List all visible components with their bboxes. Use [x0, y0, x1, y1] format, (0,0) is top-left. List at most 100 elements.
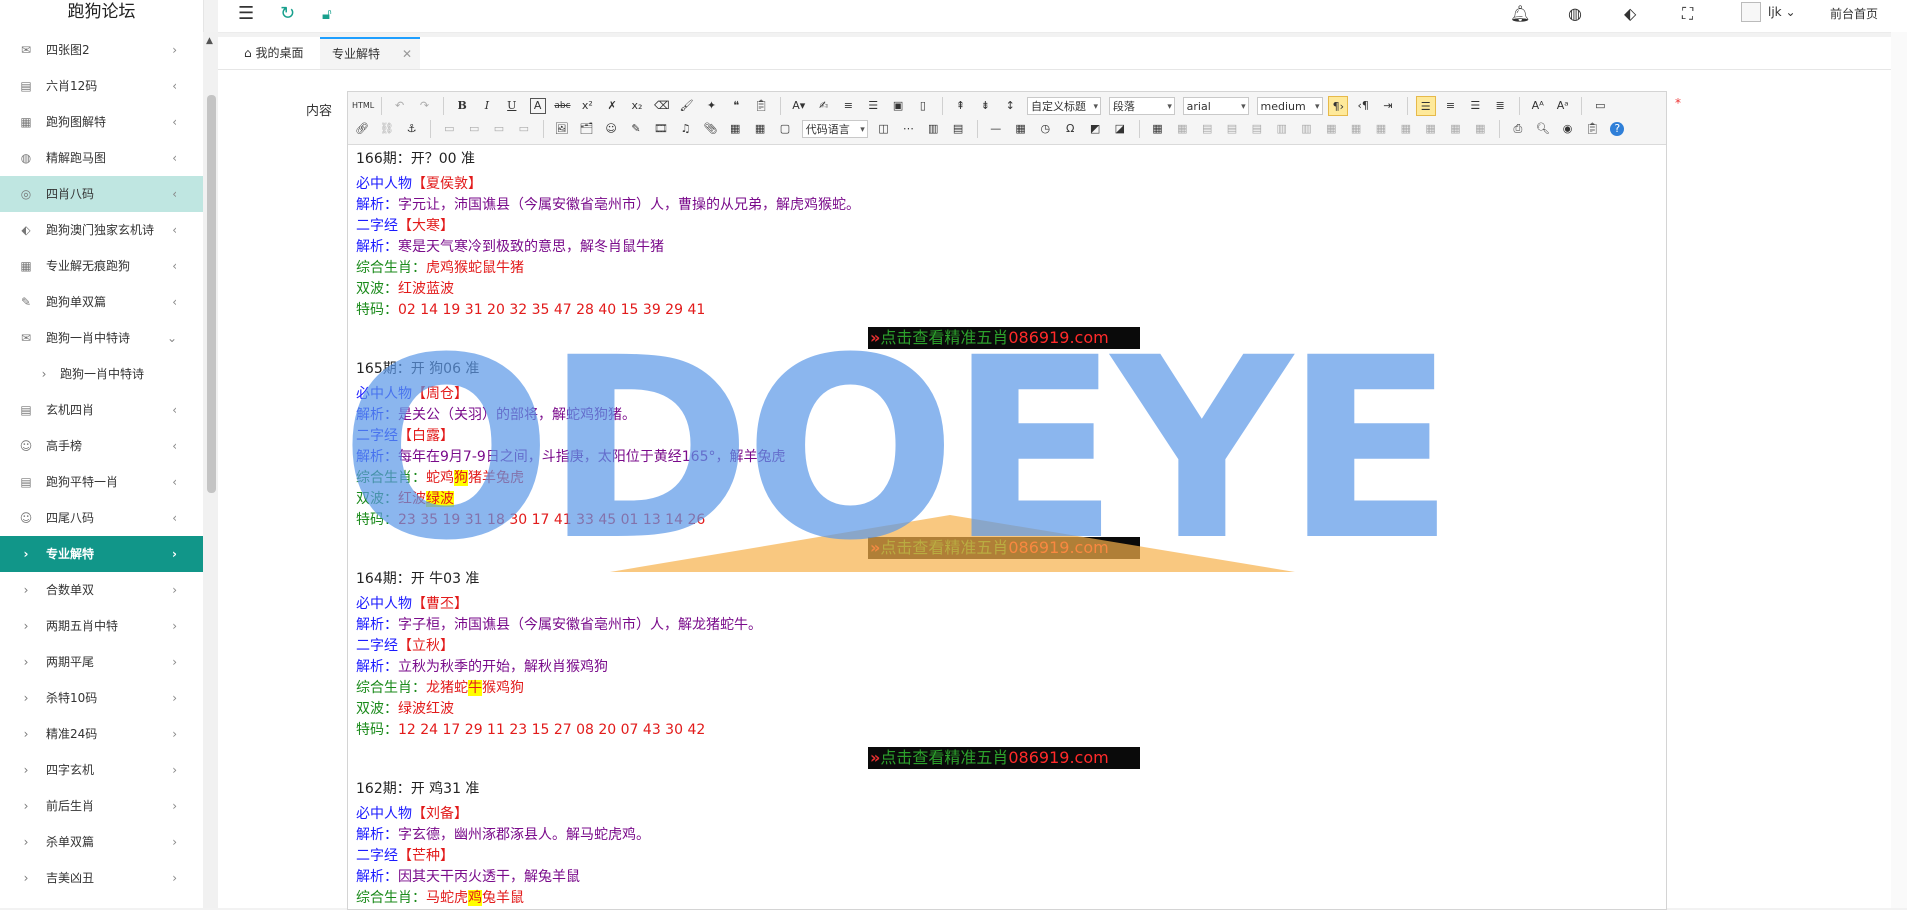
rich-text-editor[interactable]: HTML ↶ ↷ B I U A abc x² ✗ x₂ ⌫ 🖌︎ ✦ ❝ 📋︎… — [347, 91, 1667, 910]
page-scrollbar[interactable] — [1891, 32, 1907, 908]
line-height-icon[interactable]: ↕ — [1000, 96, 1020, 116]
date-icon[interactable]: ▦ — [1011, 119, 1031, 139]
insert-snap-icon[interactable]: ▤ — [948, 119, 968, 139]
front-page-link[interactable]: 前台首页 — [1830, 5, 1878, 22]
image-none-icon[interactable]: ▭ — [439, 119, 459, 139]
sidebar-item[interactable]: ▤ 玄机四肖 ‹ — [0, 392, 203, 428]
anchor-icon[interactable]: ⚓ — [402, 119, 422, 139]
scroll-up-arrow-icon[interactable]: ▲ — [206, 36, 213, 46]
sidebar-item[interactable]: ☺ 四尾八码 ‹ — [0, 500, 203, 536]
tag-icon[interactable]: ⬖ — [1624, 4, 1636, 24]
undo-icon[interactable]: ↶ — [390, 96, 410, 116]
eraser-icon[interactable]: ⌫ — [652, 96, 672, 116]
insert-paragraph-before-table-icon[interactable]: ▤ — [1197, 119, 1217, 139]
find-icon[interactable]: ◉ — [1558, 119, 1578, 139]
draft-icon[interactable]: 📋︎ — [1582, 119, 1602, 139]
map-icon[interactable]: ▦ — [725, 119, 745, 139]
video-icon[interactable]: 🎞︎ — [651, 119, 671, 139]
image-right-icon[interactable]: ▭ — [489, 119, 509, 139]
editor-document[interactable]: 166期：开？00 准必中人物【夏侯敦】 解析：字元让，沛国谯县（今属安徽省亳州市… — [348, 145, 1666, 909]
search-replace-icon[interactable]: ◪ — [1110, 119, 1130, 139]
sidebar-item[interactable]: › 杀特10码 › — [0, 680, 203, 716]
sidebar-item[interactable]: ▦ 专业解无痕跑狗 ‹ — [0, 248, 203, 284]
lowercase-icon[interactable]: Aᵃ — [1553, 96, 1573, 116]
select-all-icon[interactable]: ▣ — [888, 96, 908, 116]
delete-table-icon[interactable]: ▦ — [1172, 119, 1192, 139]
align-justify-icon[interactable]: ≣ — [1490, 96, 1510, 116]
horizontal-rule-icon[interactable]: — — [986, 119, 1006, 139]
ad-banner[interactable]: »点击查看精准五肖086919.com — [868, 537, 1140, 559]
refresh-icon[interactable]: ↻ — [280, 2, 295, 26]
help-icon[interactable]: ? — [1610, 122, 1625, 136]
template-icon[interactable]: ◫ — [874, 119, 894, 139]
row-spacing-top-icon[interactable]: ⇞ — [951, 96, 971, 116]
split-rows-icon[interactable]: ▦ — [1421, 119, 1441, 139]
emoticon-icon[interactable]: ☺ — [601, 119, 621, 139]
delete-row-icon[interactable]: ▤ — [1247, 119, 1267, 139]
sidebar-item[interactable]: ◎ 四肖八码 ‹ — [0, 176, 203, 212]
bold-icon[interactable]: B — [452, 96, 472, 116]
redo-icon[interactable]: ↷ — [414, 96, 434, 116]
strikethrough-icon[interactable]: abc — [552, 96, 572, 116]
link-icon[interactable]: 🔗︎ — [352, 119, 372, 139]
multi-image-icon[interactable]: 🗂︎ — [576, 119, 596, 139]
avatar[interactable] — [1741, 2, 1761, 22]
split-cells-icon[interactable]: ▦ — [1396, 119, 1416, 139]
sidebar-item[interactable]: › 精准24码 › — [0, 716, 203, 752]
unlink-icon[interactable]: ⛓ — [377, 119, 397, 139]
sidebar-scrollbar-thumb[interactable] — [207, 95, 216, 493]
sidebar-item[interactable]: › 四字玄机 › — [0, 752, 203, 788]
sidebar-item[interactable]: › 两期平尾 › — [0, 644, 203, 680]
insert-row-icon[interactable]: ▤ — [1222, 119, 1242, 139]
align-center-icon[interactable]: ≡ — [1440, 96, 1460, 116]
sidebar-scrollbar[interactable]: ▲ — [203, 32, 218, 908]
fullscreen-icon[interactable]: ⛶ — [1682, 4, 1693, 24]
sidebar-item[interactable]: ✎ 跑狗单双篇 ‹ — [0, 284, 203, 320]
tab-home[interactable]: ⌂ 我的桌面 — [232, 37, 315, 69]
insert-table-icon[interactable]: ▦ — [1148, 119, 1168, 139]
sidebar-item[interactable]: ✉ 四张图2 › — [0, 32, 203, 68]
split-cols-icon[interactable]: ▦ — [1445, 119, 1465, 139]
merge-cells-icon[interactable]: ▦ — [1321, 119, 1341, 139]
uppercase-icon[interactable]: Aᴬ — [1528, 96, 1548, 116]
time-icon[interactable]: ◷ — [1035, 119, 1055, 139]
tab-active[interactable]: 专业解特 ✕ — [320, 37, 420, 69]
special-char-icon[interactable]: Ω — [1060, 119, 1080, 139]
sidebar-item[interactable]: › 专业解特 › — [0, 536, 203, 572]
preview-window-icon[interactable]: ▭ — [1590, 96, 1610, 116]
image-center-icon[interactable]: ▭ — [514, 119, 534, 139]
sidebar-item[interactable]: ◍ 精解跑马图 ‹ — [0, 140, 203, 176]
delete-col-icon[interactable]: ▥ — [1296, 119, 1316, 139]
scrawl-icon[interactable]: ✎ — [626, 119, 646, 139]
font-size-select[interactable]: medium — [1256, 97, 1323, 116]
align-right-icon[interactable]: ☰ — [1465, 96, 1485, 116]
ltr-direction-icon[interactable]: ¶› — [1328, 96, 1349, 116]
paste-plain-icon[interactable]: 📋︎ — [751, 96, 771, 116]
font-border-icon[interactable]: A — [529, 98, 546, 114]
background-icon[interactable]: ▥ — [923, 119, 943, 139]
sidebar-item[interactable]: ☺ 高手榜 ‹ — [0, 428, 203, 464]
blockquote-icon[interactable]: ❝ — [726, 96, 746, 116]
bell-icon[interactable]: 🔔︎ — [1510, 4, 1530, 24]
sidebar-item[interactable]: › 杀单双篇 › — [0, 824, 203, 860]
paragraph-select[interactable]: 段落 — [1108, 97, 1175, 116]
sidebar-item[interactable]: ▦ 跑狗图解特 ‹ — [0, 104, 203, 140]
gmap-icon[interactable]: ▦ — [750, 119, 770, 139]
sidebar-item[interactable]: › 合数单双 › — [0, 572, 203, 608]
custom-title-select[interactable]: 自定义标题 — [1027, 97, 1102, 116]
rtl-direction-icon[interactable]: ‹¶ — [1353, 96, 1373, 116]
preview-icon[interactable]: 🔍︎ — [1533, 119, 1553, 139]
user-menu[interactable]: ljk ⌄ — [1768, 5, 1796, 19]
html-source-icon[interactable]: HTML — [352, 96, 374, 116]
auto-typeset-icon[interactable]: ✦ — [701, 96, 721, 116]
ordered-list-icon[interactable]: ≡ — [838, 96, 858, 116]
merge-right-icon[interactable]: ▦ — [1346, 119, 1366, 139]
unordered-list-icon[interactable]: ☰ — [863, 96, 883, 116]
row-spacing-bottom-icon[interactable]: ⇟ — [975, 96, 995, 116]
sidebar-item[interactable]: ▤ 跑狗平特一肖 ‹ — [0, 464, 203, 500]
table-props-icon[interactable]: ▦ — [1470, 119, 1490, 139]
lock-icon[interactable]: 🔓︎ — [322, 2, 332, 26]
frame-icon[interactable]: ▢ — [775, 119, 795, 139]
close-icon[interactable]: ✕ — [402, 39, 412, 69]
page-break-icon[interactable]: ⋯ — [898, 119, 918, 139]
